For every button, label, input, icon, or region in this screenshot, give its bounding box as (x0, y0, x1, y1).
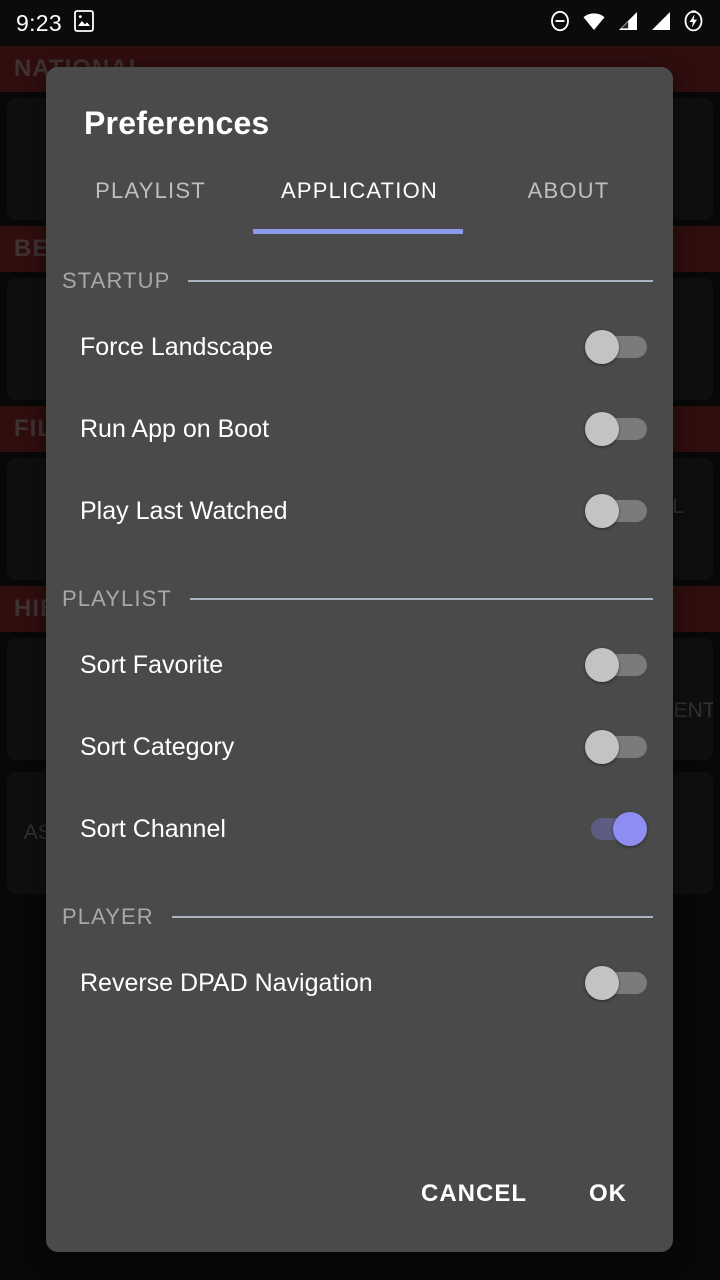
preference-label: Reverse DPAD Navigation (80, 968, 373, 997)
preference-label: Sort Category (80, 732, 235, 761)
preference-toggle[interactable] (585, 648, 647, 682)
preferences-dialog: Preferences PLAYLIST APPLICATION ABOUT S… (46, 67, 673, 1252)
do-not-disturb-icon (549, 10, 571, 37)
preference-toggle[interactable] (585, 812, 647, 846)
app-screen: NATIONALBERITAANTVABC WORLD NEWSFILMCELE… (0, 0, 720, 1280)
preference-toggle[interactable] (585, 730, 647, 764)
section-label: PLAYLIST (62, 586, 172, 611)
preference-row[interactable]: Reverse DPAD Navigation (58, 942, 661, 1024)
preference-row[interactable]: Play Last Watched (58, 470, 661, 552)
preference-row[interactable]: Sort Favorite (58, 624, 661, 706)
preference-label: Sort Favorite (80, 650, 224, 679)
preference-toggle[interactable] (585, 330, 647, 364)
section-header: PLAYLIST (58, 574, 661, 624)
section-divider (188, 280, 653, 282)
preferences-list: STARTUP Force Landscape Run App on Boot Pla… (46, 234, 673, 1172)
toggle-thumb (585, 412, 619, 446)
cancel-button[interactable]: CANCEL (417, 1172, 531, 1216)
tab-active-indicator (253, 229, 463, 234)
screenshot-icon (74, 9, 94, 37)
status-bar: 9:23 (0, 0, 720, 46)
preference-row[interactable]: Sort Category (58, 706, 661, 788)
preference-toggle[interactable] (585, 966, 647, 1000)
wifi-icon (582, 11, 606, 36)
section-divider (171, 916, 653, 918)
tab-application[interactable]: APPLICATION (255, 168, 464, 234)
toggle-thumb (585, 730, 619, 764)
preference-label: Sort Channel (80, 814, 226, 843)
toggle-thumb (585, 330, 619, 364)
status-bar-clock: 9:23 (16, 9, 62, 36)
preference-toggle[interactable] (585, 412, 647, 446)
tab-playlist[interactable]: PLAYLIST (46, 168, 255, 234)
preference-row[interactable]: Sort Channel (58, 788, 661, 870)
preference-label: Play Last Watched (80, 496, 288, 525)
preference-row[interactable]: Run App on Boot (58, 388, 661, 470)
battery-charging-icon (683, 9, 704, 37)
signal-icon (617, 11, 639, 36)
toggle-thumb (613, 812, 647, 846)
toggle-thumb (585, 648, 619, 682)
status-bar-right (549, 9, 704, 37)
signal-icon (650, 11, 672, 36)
section-label: STARTUP (62, 268, 171, 293)
tab-bar: PLAYLIST APPLICATION ABOUT (46, 168, 673, 234)
dialog-title: Preferences (84, 105, 270, 141)
ok-button[interactable]: OK (585, 1172, 631, 1216)
tab-about[interactable]: ABOUT (464, 168, 673, 234)
section-divider (189, 598, 653, 600)
section-header: PLAYER (58, 892, 661, 942)
toggle-thumb (585, 494, 619, 528)
preference-label: Run App on Boot (80, 414, 270, 443)
status-bar-left: 9:23 (16, 10, 94, 37)
preference-toggle[interactable] (585, 494, 647, 528)
section-header: STARTUP (58, 256, 661, 306)
preference-label: Force Landscape (80, 332, 274, 361)
toggle-thumb (585, 966, 619, 1000)
preference-row[interactable]: Force Landscape (58, 306, 661, 388)
section-label: PLAYER (62, 904, 154, 929)
dialog-actions: CANCEL OK (46, 1172, 673, 1252)
